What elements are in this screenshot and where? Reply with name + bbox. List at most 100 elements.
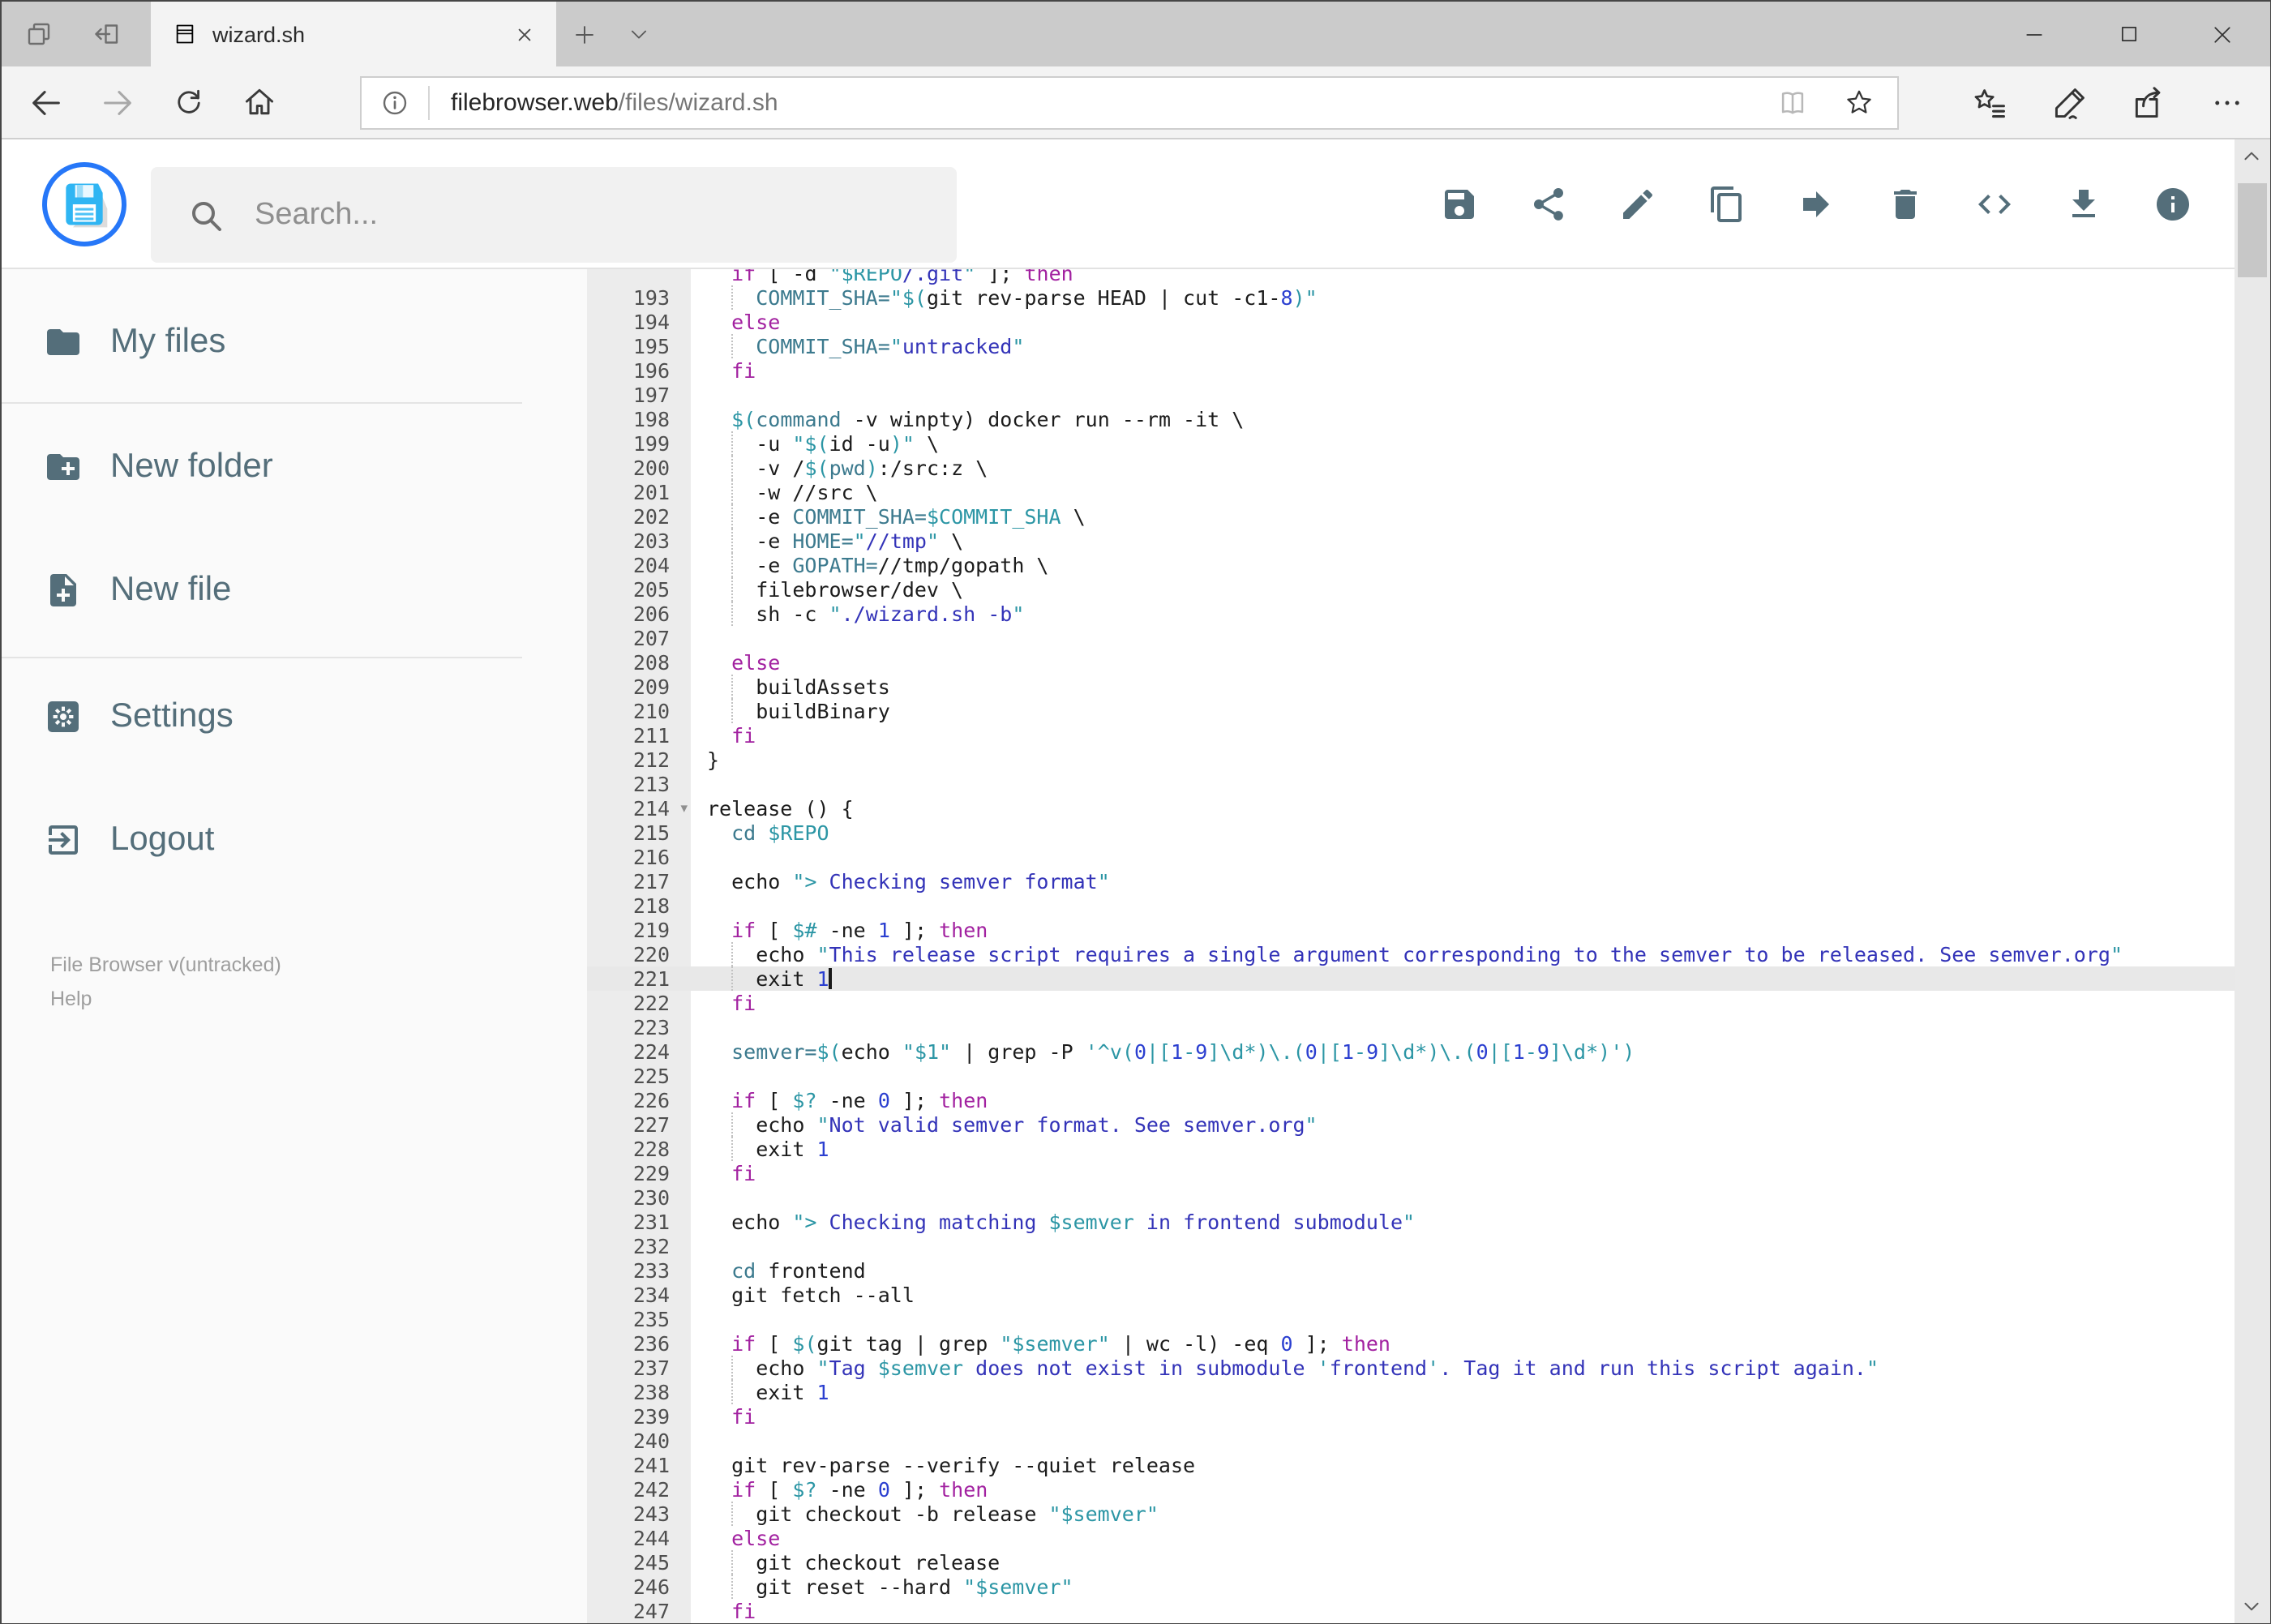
code-text[interactable] [691,1015,2235,1039]
code-text[interactable]: else [691,310,2235,334]
code-line[interactable]: 240 [587,1429,2235,1453]
page-scrollbar[interactable] [2235,139,2269,1622]
code-line[interactable]: 195 COMMIT_SHA="untracked" [587,334,2235,358]
scroll-down-icon[interactable] [2235,1593,2269,1619]
code-line[interactable]: 203 -e HOME="//tmp" \ [587,529,2235,553]
code-text[interactable]: fi [691,723,2235,748]
filebrowser-logo[interactable] [42,162,126,246]
code-line[interactable]: 220 echo "This release script requires a… [587,942,2235,966]
ink-pen-icon[interactable] [2049,84,2088,122]
more-icon[interactable] [2208,84,2247,122]
back-icon[interactable] [21,76,70,128]
code-line[interactable]: 221 exit 1 [587,966,2235,991]
code-line[interactable]: 222 fi [587,991,2235,1015]
sidebar-item-settings[interactable]: Settings [2,679,587,754]
code-text[interactable]: git checkout release [691,1550,2235,1575]
code-line[interactable]: 241 git rev-parse --verify --quiet relea… [587,1453,2235,1477]
code-text[interactable]: echo "> Checking matching $semver in fro… [691,1210,2235,1234]
code-text[interactable]: cd frontend [691,1258,2235,1283]
code-line[interactable]: 238 exit 1 [587,1380,2235,1404]
code-line[interactable]: 206 sh -c "./wizard.sh -b" [587,602,2235,626]
code-text[interactable]: echo "Tag $semver does not exist in subm… [691,1356,2235,1380]
code-line[interactable]: 237 echo "Tag $semver does not exist in … [587,1356,2235,1380]
code-text[interactable] [691,772,2235,796]
sidebar-item-my-files[interactable]: My files [2,305,587,379]
code-text[interactable]: exit 1 [691,1380,2235,1404]
code-line[interactable]: 205 filebrowser/dev \ [587,577,2235,602]
code-text[interactable]: else [691,1526,2235,1550]
code-line[interactable]: 197 [587,383,2235,407]
code-line[interactable]: 217 echo "> Checking semver format" [587,869,2235,893]
move-button[interactable] [1797,185,1836,224]
tab-preview-icon[interactable] [18,13,60,55]
code-editor[interactable]: if [ -d "$REPO/.git" ]; then 193 COMMIT_S… [587,269,2235,1622]
code-text[interactable]: fi [691,991,2235,1015]
code-text[interactable]: -w //src \ [691,480,2235,504]
active-tab[interactable]: wizard.sh [151,2,556,66]
address-field[interactable]: filebrowser.web/files/wizard.sh [360,76,1899,130]
code-text[interactable] [691,845,2235,869]
code-text[interactable]: exit 1 [691,1137,2235,1161]
search-box[interactable] [151,167,957,263]
scrollbar-thumb[interactable] [2237,183,2267,277]
code-text[interactable] [691,626,2235,650]
code-text[interactable]: else [691,650,2235,675]
code-line[interactable]: 215 cd $REPO [587,821,2235,845]
code-text[interactable]: git fetch --all [691,1283,2235,1307]
code-text[interactable]: sh -c "./wizard.sh -b" [691,602,2235,626]
code-text[interactable]: if [ $# -ne 1 ]; then [691,918,2235,942]
code-text[interactable] [691,1234,2235,1258]
code-line[interactable]: 228 exit 1 [587,1137,2235,1161]
code-line[interactable]: 225 [587,1064,2235,1088]
code-text[interactable]: -e GOPATH=//tmp/gopath \ [691,553,2235,577]
maximize-button[interactable] [2081,2,2175,66]
code-line[interactable]: 207 [587,626,2235,650]
code-line[interactable]: 211 fi [587,723,2235,748]
code-button[interactable] [1975,185,2014,224]
close-button[interactable] [2175,2,2269,66]
code-text[interactable]: filebrowser/dev \ [691,577,2235,602]
help-link[interactable]: Help [50,983,587,1017]
code-text[interactable]: if [ $? -ne 0 ]; then [691,1088,2235,1112]
code-line[interactable]: 232 [587,1234,2235,1258]
info-button[interactable] [2153,185,2192,224]
code-line[interactable]: 226 if [ $? -ne 0 ]; then [587,1088,2235,1112]
code-text[interactable]: COMMIT_SHA="$(git rev-parse HEAD | cut -… [691,285,2235,310]
code-line[interactable]: 200 -v /$(pwd):/src:z \ [587,456,2235,480]
code-line[interactable]: 193 COMMIT_SHA="$(git rev-parse HEAD | c… [587,285,2235,310]
tab-list-chevron-icon[interactable] [611,2,666,66]
code-line[interactable]: if [ -d "$REPO/.git" ]; then [587,269,2235,285]
code-text[interactable]: git checkout -b release "$semver" [691,1502,2235,1526]
sidebar-item-logout[interactable]: Logout [2,803,587,877]
code-line[interactable]: 223 [587,1015,2235,1039]
code-line[interactable]: 198 $(command -v winpty) docker run --rm… [587,407,2235,431]
code-text[interactable]: echo "This release script requires a sin… [691,942,2235,966]
code-text[interactable]: cd $REPO [691,821,2235,845]
code-line[interactable]: 227 echo "Not valid semver format. See s… [587,1112,2235,1137]
code-line[interactable]: 239 fi [587,1404,2235,1429]
code-text[interactable] [691,893,2235,918]
code-text[interactable] [691,1429,2235,1453]
code-text[interactable]: } [691,748,2235,772]
code-text[interactable]: if [ -d "$REPO/.git" ]; then [691,269,2235,285]
hub-favorites-icon[interactable] [1969,84,2008,122]
save-button[interactable] [1440,185,1479,224]
code-line[interactable]: 247 fi [587,1599,2235,1622]
code-line[interactable]: 210 buildBinary [587,699,2235,723]
code-text[interactable]: exit 1 [691,966,2235,991]
refresh-icon[interactable] [164,76,212,128]
code-line[interactable]: 213 [587,772,2235,796]
code-line[interactable]: 204 -e GOPATH=//tmp/gopath \ [587,553,2235,577]
code-text[interactable]: $(command -v winpty) docker run --rm -it… [691,407,2235,431]
sidebar-item-new-file[interactable]: New file [2,553,587,628]
code-line[interactable]: 214 ▾ release () { [587,796,2235,821]
code-line[interactable]: 212} [587,748,2235,772]
code-text[interactable]: git rev-parse --verify --quiet release [691,1453,2235,1477]
code-text[interactable]: COMMIT_SHA="untracked" [691,334,2235,358]
code-text[interactable]: fi [691,1404,2235,1429]
code-line[interactable]: 233 cd frontend [587,1258,2235,1283]
delete-button[interactable] [1886,185,1925,224]
new-tab-button[interactable] [556,2,611,66]
home-icon[interactable] [235,76,284,128]
share-page-icon[interactable] [2128,84,2167,122]
